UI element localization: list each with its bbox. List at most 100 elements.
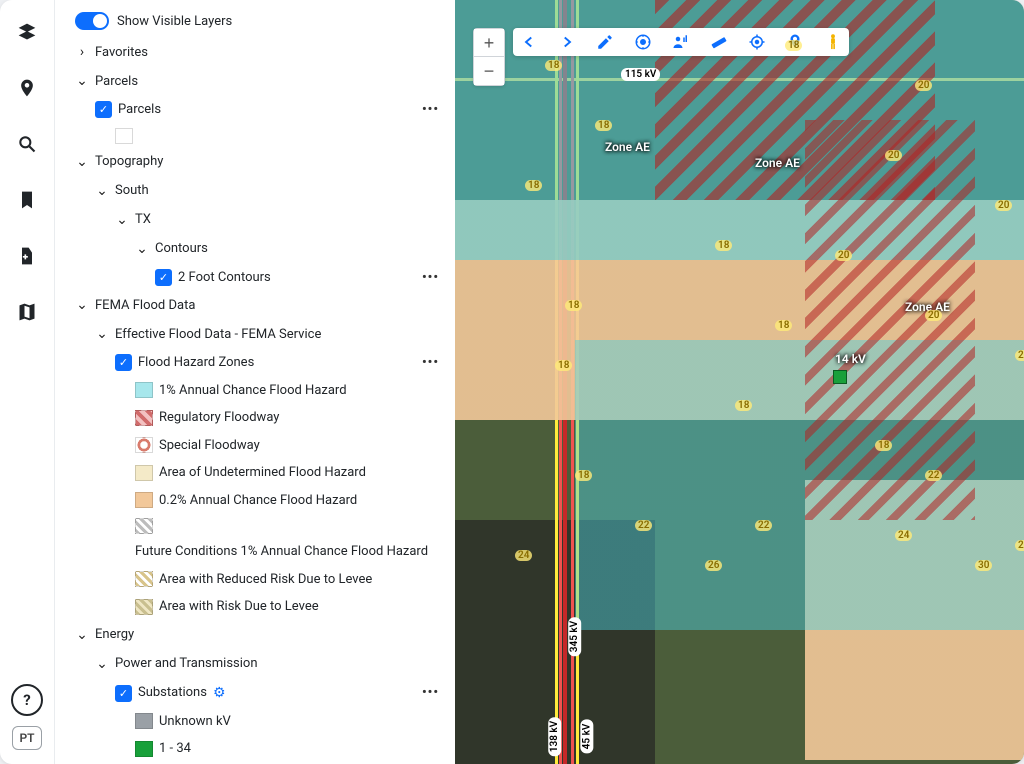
- chevron-down-icon[interactable]: [95, 654, 109, 675]
- contour-elevation-label: 18: [775, 320, 792, 331]
- pt-button[interactable]: PT: [12, 726, 41, 750]
- energy-label: Energy: [95, 625, 134, 645]
- kv-115-label: 115 kV: [621, 68, 660, 81]
- favorites-label: Favorites: [95, 43, 148, 63]
- contour-elevation-label: 22: [925, 470, 942, 481]
- topography-group[interactable]: Topography: [65, 148, 449, 177]
- swatch-floodway: [135, 410, 153, 426]
- legend-special: Special Floodway: [65, 432, 449, 460]
- two-foot-contours-layer[interactable]: 2 Foot Contours•••: [65, 264, 449, 292]
- chevron-down-icon[interactable]: [95, 324, 109, 345]
- substations-options[interactable]: •••: [422, 683, 439, 703]
- south-label: South: [115, 181, 149, 201]
- parcels-group[interactable]: Parcels: [65, 67, 449, 96]
- parcels-swatch: [115, 128, 133, 144]
- next-extent-icon[interactable]: [557, 32, 577, 52]
- chevron-down-icon[interactable]: [75, 625, 89, 646]
- contour-elevation-label: 24: [895, 530, 912, 541]
- zoom-out-button[interactable]: −: [474, 57, 504, 85]
- south-group[interactable]: South: [65, 177, 449, 206]
- parcels-options[interactable]: •••: [422, 100, 439, 120]
- chevron-down-icon[interactable]: [115, 210, 129, 231]
- chevron-down-icon[interactable]: [75, 152, 89, 173]
- legend-1pct-label: 1% Annual Chance Flood Hazard: [159, 381, 347, 401]
- effective-label: Effective Flood Data - FEMA Service: [115, 325, 321, 345]
- nav-rail: ? PT: [0, 0, 55, 764]
- locate-icon[interactable]: [747, 32, 767, 52]
- map-canvas[interactable]: + − Zone AE Zone AE Zone AE 14 kV: [455, 0, 1024, 764]
- contour-elevation-label: 20: [925, 310, 942, 321]
- contour-elevation-label: 18: [545, 60, 562, 71]
- previous-extent-icon[interactable]: [519, 32, 539, 52]
- favorites-group[interactable]: Favorites: [65, 38, 449, 67]
- legend-undetermined-label: Area of Undetermined Flood Hazard: [159, 463, 366, 483]
- parcels-swatch-row: [65, 124, 449, 148]
- contour-elevation-label: 24: [1015, 540, 1024, 551]
- help-button[interactable]: ?: [11, 684, 43, 716]
- zone-ae-label: Zone AE: [605, 140, 650, 154]
- legend-future: Future Conditions 1% Annual Chance Flood…: [65, 538, 449, 566]
- layers-icon[interactable]: [13, 18, 41, 46]
- measure-icon[interactable]: [709, 32, 729, 52]
- chevron-right-icon[interactable]: [75, 42, 89, 63]
- two-foot-checkbox[interactable]: [155, 269, 172, 286]
- two-foot-options[interactable]: •••: [422, 268, 439, 288]
- contour-elevation-label: 18: [735, 400, 752, 411]
- chevron-down-icon[interactable]: [95, 181, 109, 202]
- substations-checkbox[interactable]: [115, 685, 132, 702]
- parcels-group-label: Parcels: [95, 72, 138, 92]
- parcels-layer[interactable]: Parcels•••: [65, 96, 449, 124]
- contour-elevation-label: 22: [635, 520, 652, 531]
- fema-group[interactable]: FEMA Flood Data: [65, 291, 449, 320]
- bookmark-icon[interactable]: [13, 186, 41, 214]
- fhz-label: Flood Hazard Zones: [138, 353, 254, 373]
- substations-layer[interactable]: Substations ⚙•••: [65, 679, 449, 708]
- swatch-0-2pct: [135, 492, 153, 508]
- legend-future-label: Future Conditions 1% Annual Chance Flood…: [135, 542, 428, 562]
- fhz-layer[interactable]: Flood Hazard Zones •••: [65, 349, 449, 377]
- contours-group[interactable]: Contours: [65, 235, 449, 264]
- show-visible-layers-toggle[interactable]: [75, 12, 109, 30]
- parcels-checkbox[interactable]: [95, 101, 112, 118]
- layers-panel[interactable]: Show Visible Layers Favorites Parcels Pa…: [55, 0, 455, 764]
- location-icon[interactable]: [13, 74, 41, 102]
- legend-undetermined: Area of Undetermined Flood Hazard: [65, 459, 449, 487]
- swatch-future: [135, 518, 153, 534]
- search-icon[interactable]: [13, 130, 41, 158]
- effective-group[interactable]: Effective Flood Data - FEMA Service: [65, 320, 449, 349]
- contours-label: Contours: [155, 239, 208, 259]
- chevron-down-icon[interactable]: [135, 239, 149, 260]
- add-document-icon[interactable]: [13, 242, 41, 270]
- tx-group[interactable]: TX: [65, 206, 449, 235]
- power-group[interactable]: Power and Transmission: [65, 650, 449, 679]
- fhz-checkbox[interactable]: [115, 354, 132, 371]
- subs-1-34-label: 1 - 34: [159, 739, 191, 759]
- layer-tree: Favorites Parcels Parcels••• Topography …: [63, 34, 451, 764]
- kv-138-label: 138 kV: [548, 717, 561, 756]
- draw-icon[interactable]: [595, 32, 615, 52]
- tx-label: TX: [135, 210, 151, 230]
- drive-time-icon[interactable]: [633, 32, 653, 52]
- map-icon[interactable]: [13, 298, 41, 326]
- legend-0-2pct-label: 0.2% Annual Chance Flood Hazard: [159, 491, 357, 511]
- legend-levee-risk-label: Area with Risk Due to Levee: [159, 597, 319, 617]
- chevron-down-icon[interactable]: [75, 71, 89, 92]
- legend-future-swatch-row: [65, 514, 449, 538]
- demographics-icon[interactable]: [671, 32, 691, 52]
- show-visible-layers-row: Show Visible Layers: [63, 8, 451, 34]
- contour-elevation-label: 20: [835, 250, 852, 261]
- swatch-levee-risk: [135, 599, 153, 615]
- filter-icon[interactable]: ⚙: [213, 683, 226, 704]
- contour-elevation-label: 18: [575, 470, 592, 481]
- substation-marker[interactable]: [833, 370, 847, 384]
- contour-elevation-label: 26: [705, 560, 722, 571]
- contour-elevation-label: 30: [975, 560, 992, 571]
- legend-levee-reduced: Area with Reduced Risk Due to Levee: [65, 566, 449, 594]
- zoom-in-button[interactable]: +: [474, 29, 504, 57]
- streetview-pegman-icon[interactable]: [823, 32, 843, 52]
- fhz-options[interactable]: •••: [422, 353, 439, 373]
- legend-floodway-label: Regulatory Floodway: [159, 408, 279, 428]
- energy-group[interactable]: Energy: [65, 621, 449, 650]
- chevron-down-icon[interactable]: [75, 295, 89, 316]
- contour-elevation-label: 18: [785, 40, 802, 51]
